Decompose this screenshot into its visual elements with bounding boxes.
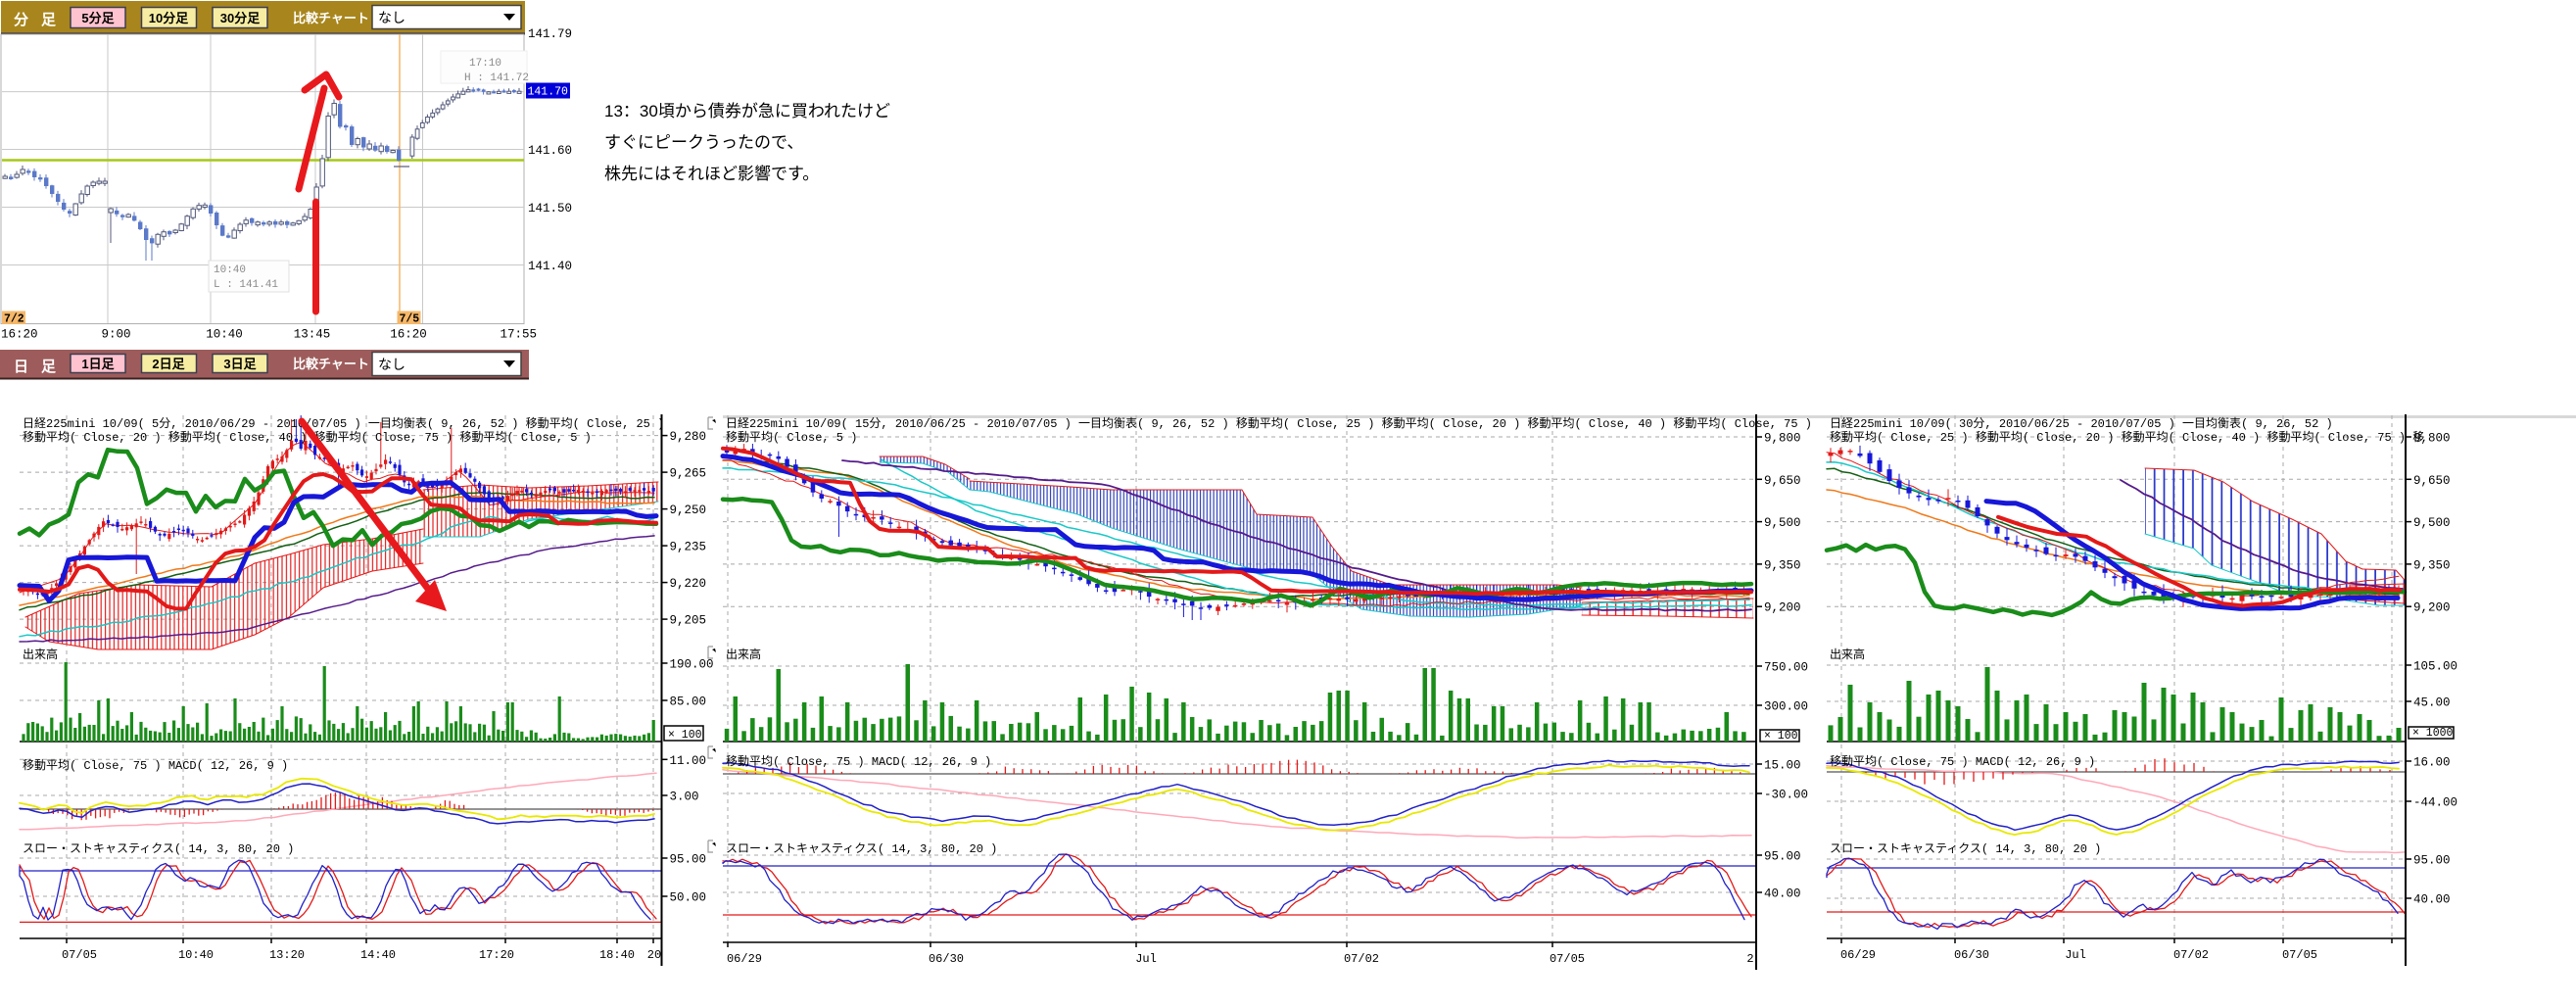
svg-text:-30.00: -30.00 [1764, 789, 1808, 802]
svg-text:9,500: 9,500 [1764, 516, 1801, 530]
svg-text:移動平均( Close, 5 ): 移動平均( Close, 5 ) [726, 430, 857, 445]
svg-text:300.00: 300.00 [1764, 700, 1808, 714]
svg-text:141.60: 141.60 [528, 144, 572, 158]
svg-text:10分足: 10分足 [149, 11, 189, 25]
svg-text:2日足: 2日足 [152, 357, 185, 371]
svg-text:10:40: 10:40 [206, 328, 243, 342]
svg-text:-44.00: -44.00 [2413, 796, 2457, 810]
svg-text:141.40: 141.40 [528, 260, 572, 273]
svg-text:14:40: 14:40 [360, 948, 396, 962]
svg-text:95.00: 95.00 [1764, 850, 1801, 864]
svg-text:9,800: 9,800 [1764, 432, 1801, 446]
svg-text:07/05: 07/05 [62, 948, 97, 962]
svg-text:スロー・ストキャスティクス( 14, 3, 80, 20 ): スロー・ストキャスティクス( 14, 3, 80, 20 ) [1830, 841, 2101, 856]
svg-text:9:00: 9:00 [101, 328, 130, 342]
svg-text:足: 足 [41, 359, 57, 375]
svg-text:06/30: 06/30 [1954, 948, 1989, 962]
svg-text:9,650: 9,650 [2413, 474, 2451, 488]
svg-text:9,265: 9,265 [670, 467, 707, 481]
svg-text:足: 足 [41, 12, 57, 28]
svg-text:17:10: 17:10 [469, 58, 501, 70]
svg-text:× 100: × 100 [1764, 730, 1798, 743]
svg-text:17:20: 17:20 [479, 948, 514, 962]
svg-text:9,200: 9,200 [1764, 601, 1801, 615]
svg-text:10:40: 10:40 [214, 264, 246, 276]
svg-text:5分足: 5分足 [81, 11, 115, 25]
svg-text:出来高: 出来高 [726, 647, 761, 662]
svg-text:9,280: 9,280 [670, 430, 707, 444]
svg-text:1日足: 1日足 [81, 357, 115, 371]
svg-text:20: 20 [647, 948, 661, 962]
svg-text:13:20: 13:20 [269, 948, 305, 962]
svg-text:Jul: Jul [2065, 948, 2086, 962]
svg-text:40.00: 40.00 [1764, 887, 1801, 901]
svg-text:18:40: 18:40 [599, 948, 635, 962]
svg-text:9,200: 9,200 [2413, 601, 2451, 615]
svg-text:9,205: 9,205 [670, 614, 707, 628]
svg-text:L : 141.41: L : 141.41 [214, 279, 278, 291]
svg-text:750.00: 750.00 [1764, 661, 1808, 675]
svg-text:3日足: 3日足 [223, 357, 257, 371]
svg-text:2: 2 [1746, 952, 1753, 966]
svg-text:16:20: 16:20 [390, 328, 427, 342]
svg-text:H : 141.72: H : 141.72 [464, 72, 529, 84]
svg-text:07/02: 07/02 [1344, 952, 1379, 966]
svg-text:9,650: 9,650 [1764, 474, 1801, 488]
svg-text:141.70: 141.70 [528, 86, 569, 99]
svg-text:141.79: 141.79 [528, 27, 572, 41]
svg-text:141.50: 141.50 [528, 202, 572, 216]
svg-text:9,350: 9,350 [2413, 558, 2451, 572]
svg-text:日: 日 [14, 359, 28, 375]
svg-text:比較チャート: 比較チャート [293, 11, 369, 25]
svg-text:なし: なし [378, 10, 405, 25]
svg-text:7/5: 7/5 [400, 313, 420, 326]
svg-text:13:45: 13:45 [294, 328, 331, 342]
svg-text:日経225mini 10/09( 15分, 2010/06/: 日経225mini 10/09( 15分, 2010/06/25 - 2010/… [726, 416, 1812, 431]
svg-text:7/2: 7/2 [4, 313, 24, 326]
svg-text:分: 分 [14, 12, 28, 28]
svg-text:9,220: 9,220 [670, 577, 707, 591]
svg-text:07/02: 07/02 [2173, 948, 2209, 962]
svg-text:比較チャート: 比較チャート [293, 357, 369, 371]
svg-text:16.00: 16.00 [2413, 756, 2451, 770]
svg-text:移動平均( Close, 25 ) 移動平均( Clos: 移動平均( Close, 25 ) 移動平均( Close, 20 ) 移動平均… [1830, 430, 2424, 445]
svg-text:06/29: 06/29 [1840, 948, 1876, 962]
svg-text:17:55: 17:55 [500, 328, 537, 342]
svg-text:なし: なし [378, 357, 405, 372]
svg-text:9,500: 9,500 [2413, 516, 2451, 530]
svg-text:06/29: 06/29 [727, 952, 762, 966]
svg-text:10:40: 10:40 [178, 948, 214, 962]
svg-text:スロー・ストキャスティクス( 14, 3, 80, 20 ): スロー・ストキャスティクス( 14, 3, 80, 20 ) [23, 841, 294, 856]
svg-text:日経225mini 10/09( 5分, 2010/06/2: 日経225mini 10/09( 5分, 2010/06/29 - 2010/0… [23, 416, 664, 431]
svg-text:出来高: 出来高 [23, 647, 58, 662]
svg-text:3.00: 3.00 [670, 791, 699, 804]
svg-text:移動平均( Close, 75 ) MACD( 12,: 移動平均( Close, 75 ) MACD( 12, 26, 9 ) [23, 758, 288, 773]
svg-text:95.00: 95.00 [670, 853, 707, 867]
svg-text:出来高: 出来高 [1830, 647, 1865, 662]
svg-text:移動平均( Close, 75 ) MACD( 12,: 移動平均( Close, 75 ) MACD( 12, 26, 9 ) [726, 754, 991, 769]
svg-text:105.00: 105.00 [2413, 660, 2457, 674]
svg-text:× 100: × 100 [668, 729, 702, 742]
svg-text:06/30: 06/30 [929, 952, 964, 966]
svg-text:190.00: 190.00 [670, 658, 714, 672]
svg-text:40.00: 40.00 [2413, 893, 2451, 907]
svg-text:× 1000: × 1000 [2412, 727, 2454, 740]
svg-text:移動平均( Close, 75 ) MACD( 12,: 移動平均( Close, 75 ) MACD( 12, 26, 9 ) [1830, 754, 2095, 769]
svg-text:Jul: Jul [1135, 952, 1157, 966]
svg-text:95.00: 95.00 [2413, 854, 2451, 868]
svg-text:9,235: 9,235 [670, 541, 707, 554]
svg-text:11.00: 11.00 [670, 754, 707, 768]
svg-text:16:20: 16:20 [1, 328, 38, 342]
svg-text:30分足: 30分足 [220, 11, 261, 25]
svg-text:85.00: 85.00 [670, 695, 707, 709]
svg-text:50.00: 50.00 [670, 891, 707, 905]
svg-text:9,350: 9,350 [1764, 558, 1801, 572]
svg-text:9,250: 9,250 [670, 504, 707, 517]
svg-text:スロー・ストキャスティクス( 14, 3, 80, 20 ): スロー・ストキャスティクス( 14, 3, 80, 20 ) [726, 841, 997, 856]
svg-text:15.00: 15.00 [1764, 759, 1801, 773]
svg-text:45.00: 45.00 [2413, 696, 2451, 710]
svg-text:日経225mini 10/09( 30分, 2010/06/: 日経225mini 10/09( 30分, 2010/06/25 - 2010/… [1830, 416, 2333, 431]
svg-text:07/05: 07/05 [1550, 952, 1585, 966]
svg-text:07/05: 07/05 [2282, 948, 2317, 962]
